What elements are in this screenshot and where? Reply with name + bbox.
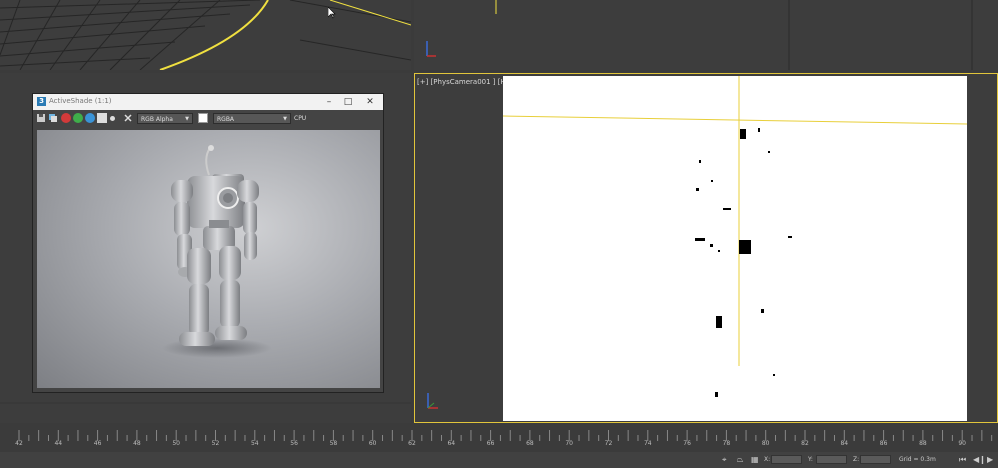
timeline-tick-label: 46 (93, 440, 102, 447)
channel-dropdown-value: RGB Alpha (141, 116, 173, 123)
close-button[interactable]: ✕ (361, 95, 379, 109)
timeline-tick-label: 80 (761, 440, 770, 447)
chevron-down-icon: ▼ (283, 116, 287, 122)
x-coord-field[interactable] (771, 455, 802, 464)
blue-channel-icon[interactable] (85, 113, 95, 123)
previous-frame-icon[interactable]: ◀❙ (973, 455, 986, 465)
timeline-track[interactable]: 42 44 46 48 50 52 54 56 58 60 62 64 66 68 70 72 74 76 78 80… (0, 426, 998, 452)
status-bar: ⌖ ⏢ ▦ X: Y: Z: Grid = 0.3m ⏮ ◀❙ ▶ (0, 452, 998, 468)
timeline-tick-label: 84 (840, 440, 849, 447)
activeshade-window[interactable]: 3 ActiveShade (1:1) – □ ✕ RGB Alpha ▼ RG… (32, 93, 384, 393)
grid-lines (495, 0, 973, 70)
red-channel-icon[interactable] (61, 113, 71, 123)
channel-dropdown[interactable]: RGB Alpha ▼ (137, 113, 193, 124)
timeline-tick-label: 62 (408, 440, 416, 447)
timeline-tick-label: 66 (486, 440, 495, 447)
timeline-tick-label: 60 (368, 440, 377, 447)
timeline-tick-label: 56 (290, 440, 298, 447)
viewport-render-output (502, 76, 968, 397)
app-icon: 3 (37, 97, 46, 106)
grid-floor (0, 0, 411, 70)
timeline-tick-label: 54 (250, 440, 259, 447)
timeline-tick-label: 70 (565, 440, 574, 447)
timeline-tick-label: 74 (643, 440, 652, 447)
transform-type-in-icon[interactable]: ▦ (751, 455, 759, 465)
selection-lock-icon[interactable]: ⌖ (722, 455, 727, 465)
window-title: ActiveShade (1:1) (49, 97, 112, 105)
render-safe-frame (502, 76, 968, 421)
mono-channel-icon[interactable] (110, 116, 115, 121)
axis-gizmo-icon (426, 41, 436, 57)
timeline-tick-label: 82 (801, 440, 809, 447)
timeline-tick-label: 76 (683, 440, 691, 447)
timeline-tick-label: 68 (526, 440, 534, 447)
mouse-cursor-icon (328, 7, 336, 19)
grid-size-readout: Grid = 0.3m (899, 456, 936, 463)
y-coord-label: Y: (808, 456, 813, 463)
z-coord-field[interactable] (860, 455, 891, 464)
viewport-top-left[interactable] (0, 0, 411, 70)
green-channel-icon[interactable] (73, 113, 83, 123)
timeline-tick-label: 48 (133, 440, 141, 447)
x-coord-label: X: (764, 456, 771, 463)
display-dropdown[interactable]: RGBA ▼ (213, 113, 291, 124)
color-swatch-icon[interactable] (198, 113, 208, 123)
z-coord-label: Z: (853, 456, 860, 463)
timeline-tick-label: 42 (15, 440, 23, 447)
alpha-channel-icon[interactable] (97, 113, 107, 123)
timeline-tick-label: 52 (211, 440, 220, 447)
y-coord-field[interactable] (816, 455, 847, 464)
timeline-tick-label: 88 (919, 440, 927, 447)
absolute-mode-icon[interactable]: ⏢ (737, 455, 743, 465)
timeline-tick-label: 64 (447, 440, 456, 447)
go-to-start-icon[interactable]: ⏮ (959, 455, 966, 465)
minimize-button[interactable]: – (320, 95, 338, 109)
activeshade-toolbar: RGB Alpha ▼ RGBA ▼ CPU (33, 110, 383, 128)
timeline-tick-label: 44 (54, 440, 63, 447)
timeline-tick-label: 90 (958, 440, 967, 447)
robot-render-image (162, 145, 272, 358)
timeline-tick-label: 86 (879, 440, 888, 447)
timeline-tick-label: 58 (329, 440, 338, 447)
activeshade-titlebar[interactable]: 3 ActiveShade (1:1) – □ ✕ (33, 94, 383, 110)
timeline-ticks (18, 430, 993, 441)
axis-gizmo-icon (427, 393, 438, 409)
viewport-top-right[interactable] (414, 0, 998, 70)
timeline-tick-label: 72 (604, 440, 613, 447)
viewport-camera-active[interactable]: [+] [PhysCamera001 ] [High Quality ] [Fa… (414, 73, 998, 423)
activeshade-render-view[interactable] (37, 130, 380, 388)
timeline-tick-label: 78 (722, 440, 731, 447)
chevron-down-icon: ▼ (185, 116, 189, 122)
display-dropdown-value: RGBA (217, 116, 235, 123)
save-icon[interactable] (36, 113, 46, 123)
clear-icon[interactable] (123, 113, 133, 123)
render-engine-label: CPU (294, 115, 307, 122)
maximize-button[interactable]: □ (339, 95, 357, 109)
play-icon[interactable]: ▶ (987, 455, 993, 465)
copy-image-icon[interactable] (48, 113, 58, 123)
timeline-tick-label: 50 (172, 440, 181, 447)
